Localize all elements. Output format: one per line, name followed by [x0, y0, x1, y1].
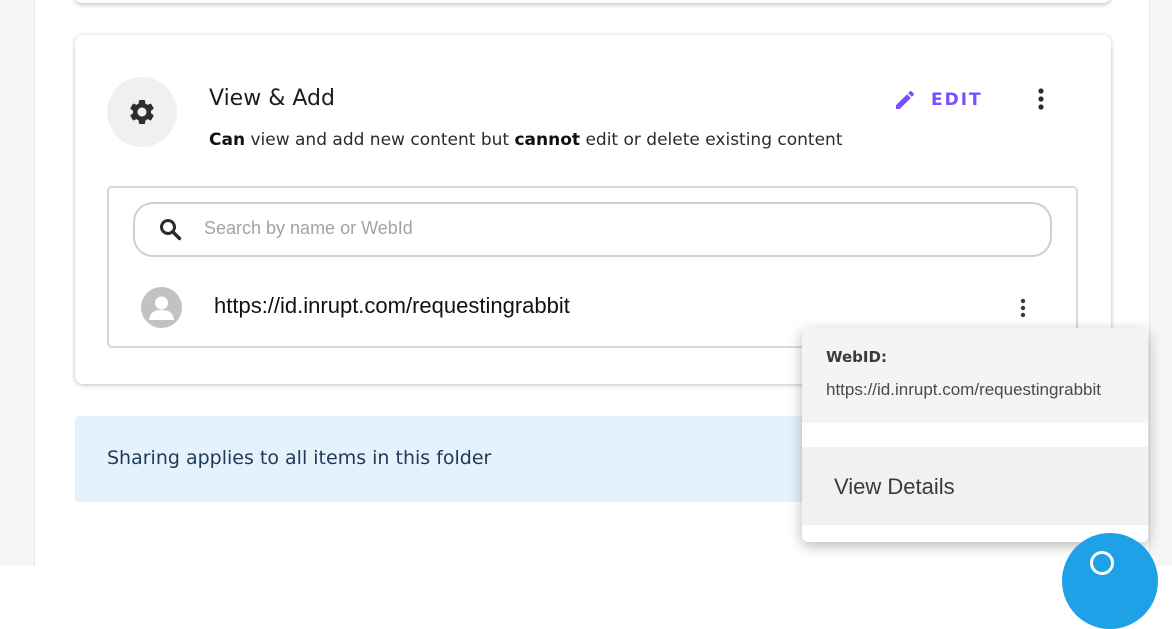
description-can: Can — [209, 130, 246, 150]
info-text: Sharing applies to all items in this fol… — [107, 447, 492, 469]
edit-label: EDIT — [931, 90, 983, 110]
previous-permission-card — [74, 0, 1111, 3]
description-cannot: cannot — [514, 130, 581, 150]
description-text-1: view and add new content but — [245, 130, 515, 150]
popover-header — [802, 328, 1148, 423]
permission-description: Can view and add new content but cannot … — [209, 130, 843, 150]
view-details-label: View Details — [834, 474, 955, 499]
agent-more-button[interactable] — [1013, 296, 1033, 320]
agent-webid: https://id.inrupt.com/requestingrabbit — [214, 293, 570, 318]
permission-icon-circle — [107, 77, 177, 147]
search-input[interactable] — [204, 212, 1024, 244]
pencil-icon — [896, 90, 915, 109]
more-vertical-icon — [1038, 88, 1044, 110]
popover-webid-label: WebID: — [826, 348, 887, 366]
gear-icon — [130, 100, 154, 124]
agent-menu-popover: WebID: https://id.inrupt.com/requestingr… — [802, 328, 1148, 542]
permission-title: View & Add — [209, 86, 335, 111]
permission-more-button[interactable] — [1030, 86, 1052, 112]
help-icon — [1090, 551, 1114, 575]
popover-webid-value: https://id.inrupt.com/requestingrabbit — [826, 380, 1101, 399]
avatar — [141, 287, 182, 328]
search-icon — [160, 219, 182, 241]
description-text-2: edit or delete existing content — [580, 130, 843, 150]
person-icon — [149, 296, 174, 320]
more-vertical-icon — [1020, 298, 1026, 318]
help-fab-button[interactable] — [1062, 533, 1158, 629]
edit-button[interactable]: EDIT — [893, 87, 983, 113]
